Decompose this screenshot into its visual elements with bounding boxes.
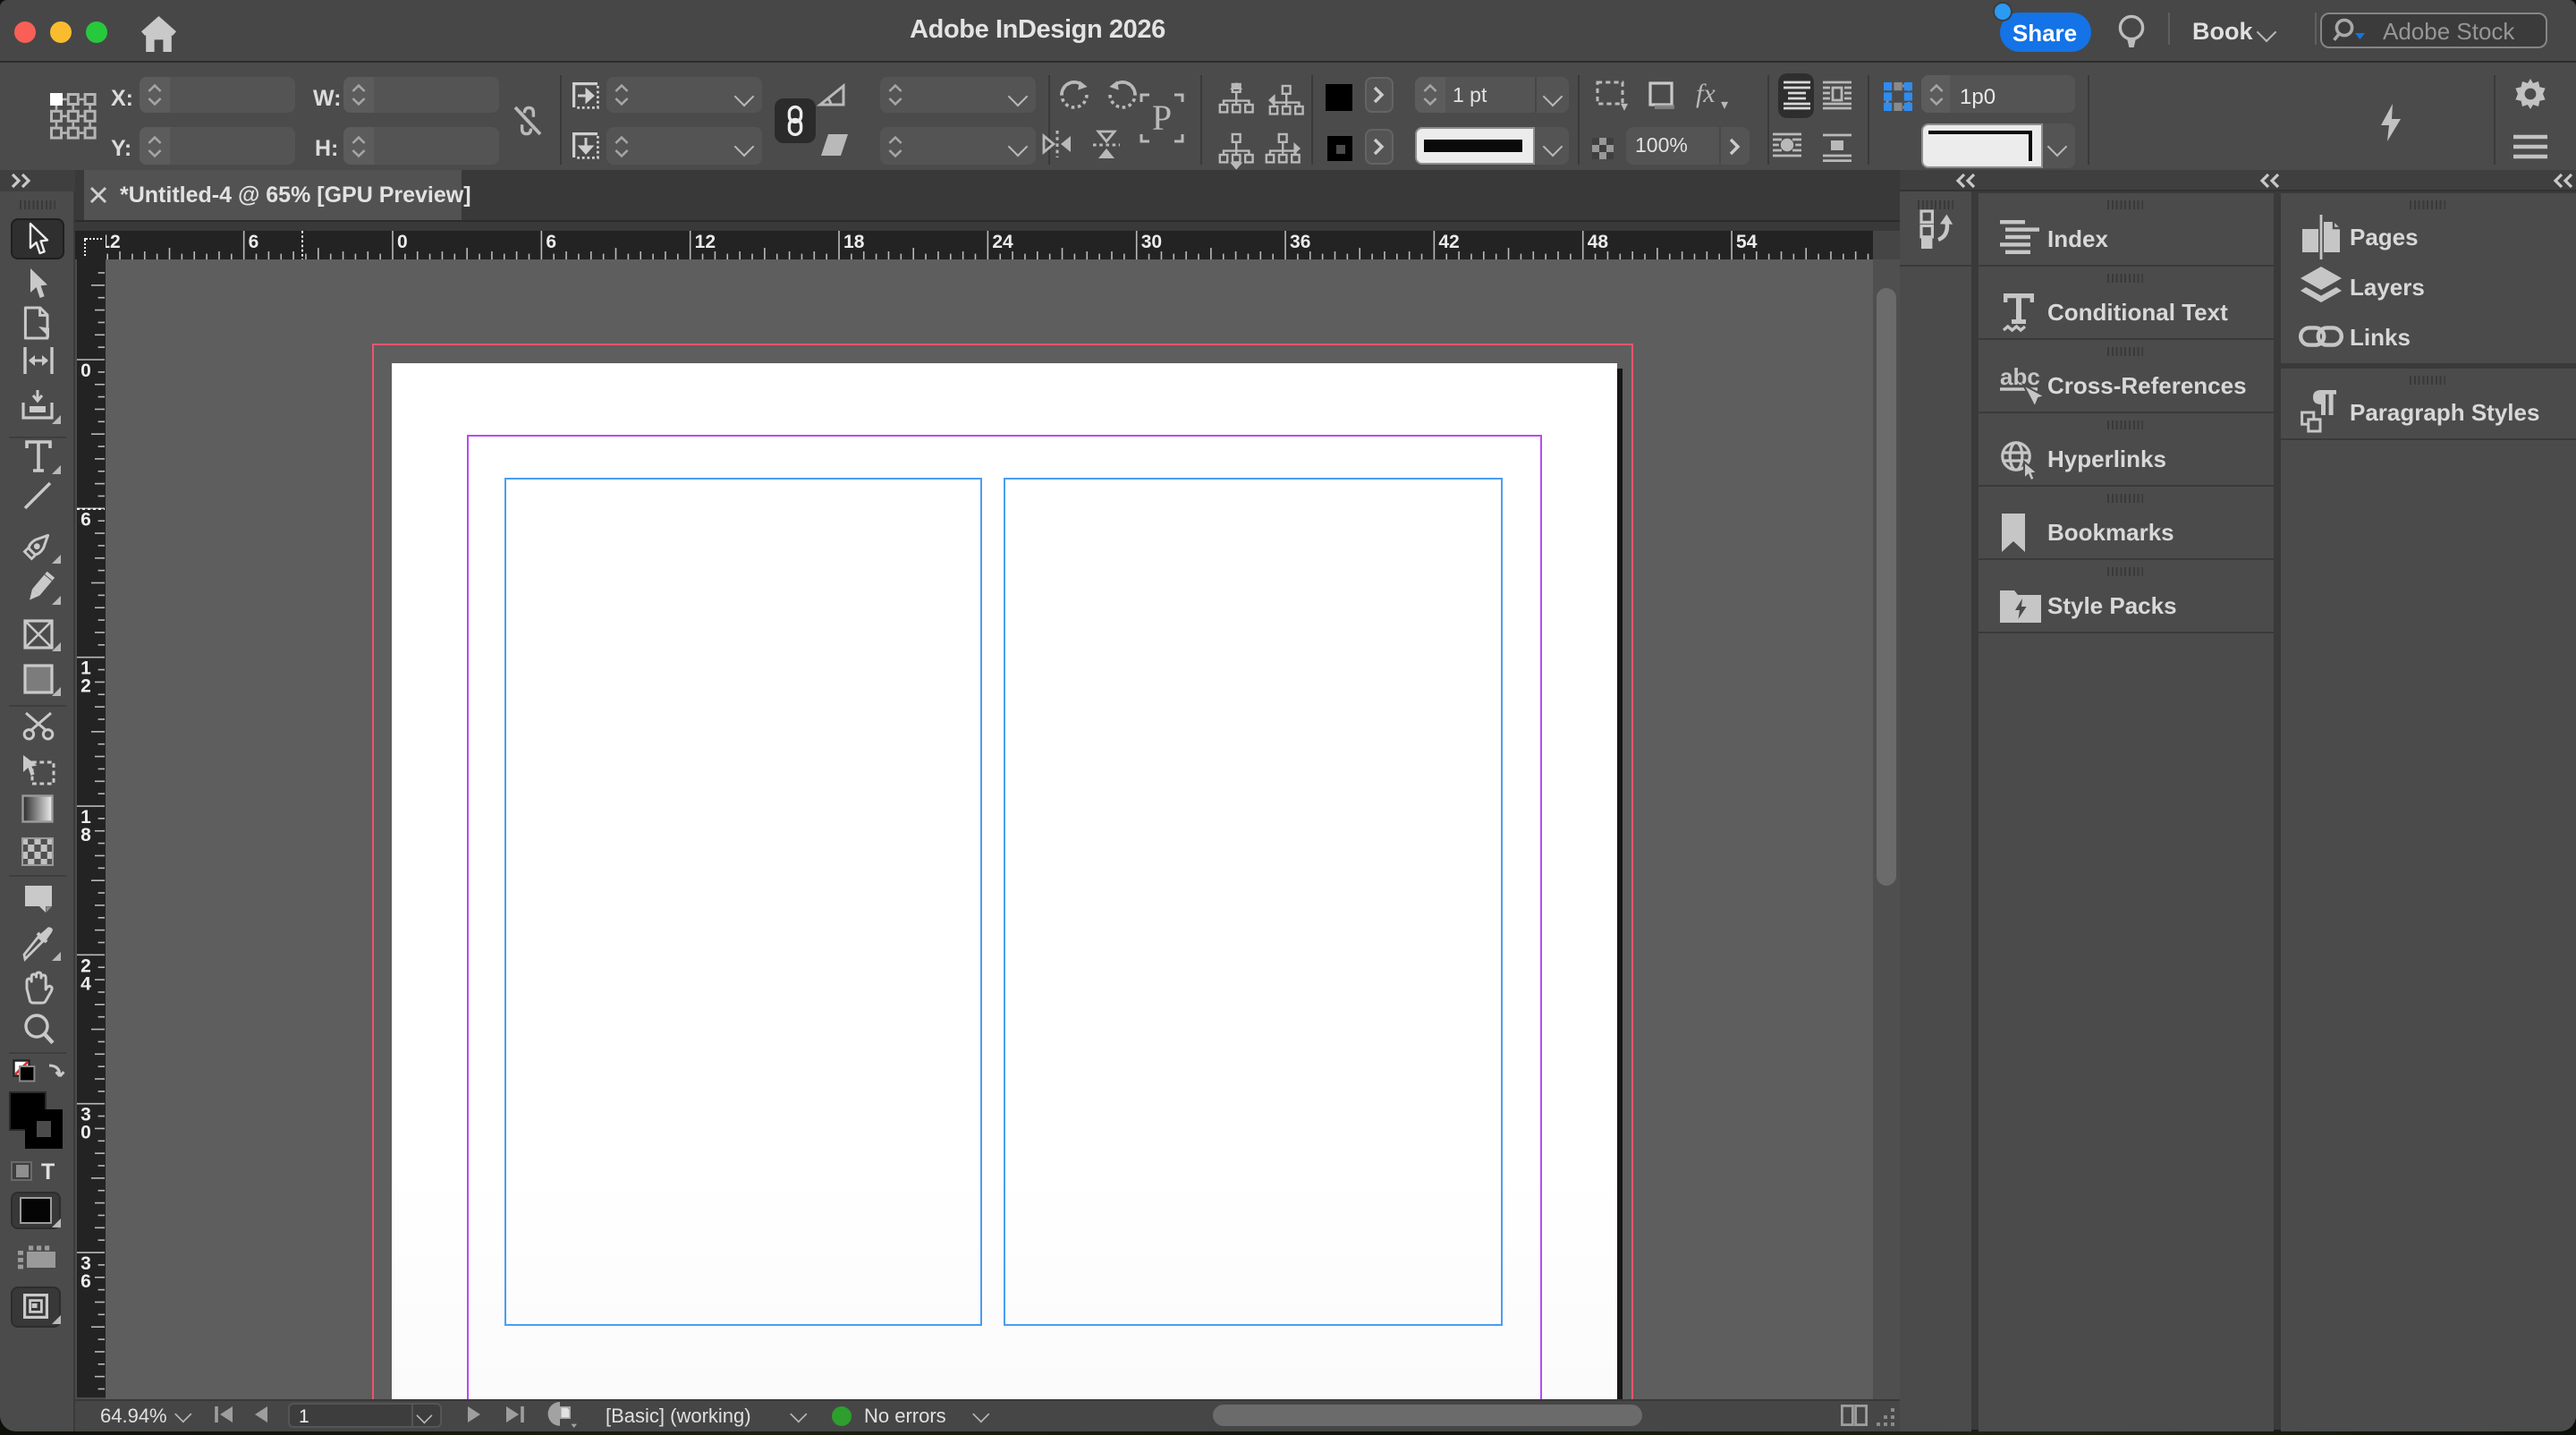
svg-text:48: 48	[1587, 232, 1608, 252]
svg-text:12: 12	[694, 232, 715, 252]
svg-text:0: 0	[396, 232, 407, 252]
svg-text:54: 54	[1735, 232, 1757, 252]
svg-text:2: 2	[80, 676, 91, 697]
svg-text:42: 42	[1437, 232, 1458, 252]
svg-text:6: 6	[545, 232, 555, 252]
svg-text:6: 6	[80, 509, 91, 530]
svg-text:12: 12	[105, 232, 120, 252]
svg-text:24: 24	[991, 232, 1013, 252]
svg-text:18: 18	[843, 232, 864, 252]
svg-text:0: 0	[80, 361, 91, 381]
svg-text:8: 8	[80, 825, 91, 845]
svg-text:6: 6	[80, 1271, 91, 1292]
svg-text:36: 36	[1289, 232, 1309, 252]
svg-text:6: 6	[248, 232, 258, 252]
svg-text:4: 4	[80, 973, 91, 994]
svg-text:0: 0	[80, 1123, 91, 1143]
svg-text:30: 30	[1140, 232, 1161, 252]
svg-text:abc: abc	[1999, 362, 2039, 389]
svg-text:P: P	[1152, 98, 1172, 138]
